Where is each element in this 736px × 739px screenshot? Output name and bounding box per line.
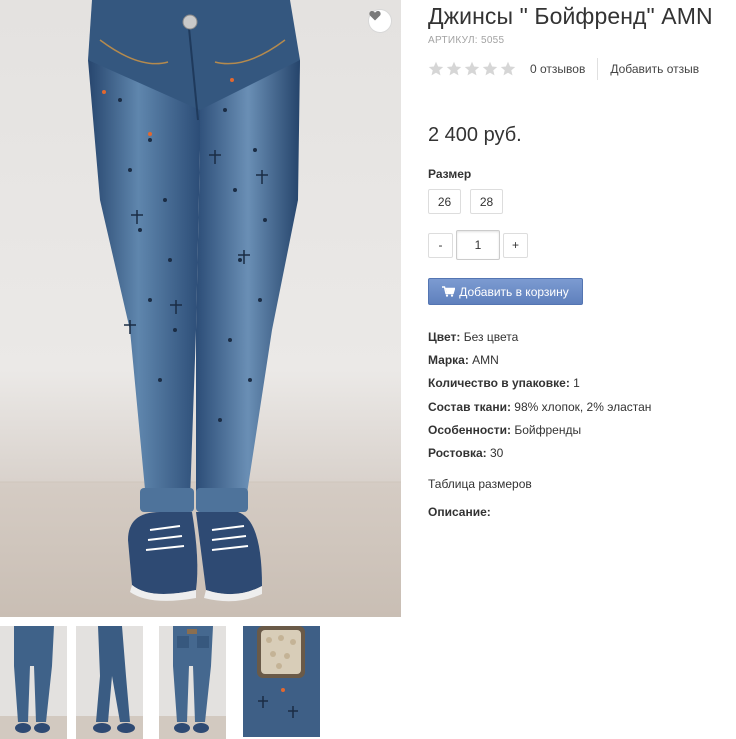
spec-value: 1 [569, 376, 580, 391]
product-sku: АРТИКУЛ: 5055 [428, 35, 505, 46]
product-price: 2 400 руб. [428, 124, 522, 146]
quantity-stepper: - + [428, 230, 528, 260]
star-icon[interactable] [464, 61, 480, 77]
spec-value: Без цвета [460, 330, 519, 344]
cart-icon [442, 286, 456, 297]
spec-key: Марка: [428, 353, 469, 368]
quantity-decrease-button[interactable]: - [428, 232, 453, 258]
spec-value: 98% хлопок, 2% эластан [510, 399, 652, 414]
spec-color: Цвет: Без цвета [428, 327, 651, 350]
thumbnail-front-view[interactable] [0, 626, 67, 739]
thumb-front-image [0, 626, 67, 739]
size-table-link[interactable]: Таблица размеров [428, 477, 532, 491]
thumb-detail-image [243, 626, 320, 737]
star-icon[interactable] [500, 61, 516, 77]
star-icon[interactable] [446, 61, 462, 77]
quantity-increase-button[interactable]: + [503, 232, 528, 258]
thumbnail-back-view[interactable] [159, 626, 226, 739]
thumbnail-detail-view[interactable] [243, 626, 320, 737]
spec-value: 30 [486, 445, 504, 460]
spec-key: Количество в упаковке: [428, 376, 570, 391]
main-product-image[interactable] [0, 0, 401, 617]
spec-key: Особенности: [428, 422, 512, 437]
size-options: 26 28 [428, 189, 503, 214]
reviews-count-link[interactable]: 0 отзывов [530, 62, 585, 76]
rating-stars[interactable] [428, 61, 516, 77]
add-to-cart-button[interactable]: Добавить в корзину [428, 278, 583, 305]
spec-value: Бойфренды [511, 422, 582, 437]
thumb-back-image [159, 626, 226, 739]
divider [597, 58, 599, 80]
spec-value: AMN [468, 353, 499, 368]
size-label: Размер [428, 167, 472, 181]
add-to-cart-label: Добавить в корзину [459, 284, 569, 299]
star-icon[interactable] [482, 61, 498, 77]
spec-size-run: Ростовка: 30 [428, 443, 651, 466]
wishlist-button[interactable] [368, 9, 392, 33]
heart-icon [369, 11, 381, 21]
jeans-photo [0, 0, 401, 617]
spec-key: Цвет: [428, 330, 461, 344]
quantity-input[interactable] [456, 230, 500, 260]
spec-pack-quantity: Количество в упаковке: 1 [428, 373, 651, 396]
spec-key: Ростовка: [428, 445, 487, 460]
spec-key: Состав ткани: [428, 399, 511, 414]
description-label: Описание: [428, 505, 491, 519]
thumb-side-image [76, 626, 143, 739]
spec-features: Особенности: Бойфренды [428, 420, 651, 443]
product-title: Джинсы " Бойфренд" AMN [428, 3, 713, 29]
size-option-28[interactable]: 28 [470, 189, 503, 214]
add-review-link[interactable]: Добавить отзыв [610, 62, 699, 76]
spec-brand: Марка: AMN [428, 350, 651, 373]
size-option-26[interactable]: 26 [428, 189, 461, 214]
spec-fabric: Состав ткани: 98% хлопок, 2% эластан [428, 397, 651, 420]
product-info: Джинсы " Бойфренд" AMN АРТИКУЛ: 5055 0 о… [428, 0, 736, 519]
thumbnail-side-view[interactable] [76, 626, 143, 739]
product-specs: Цвет: Без цвета Марка: AMN Количество в … [428, 327, 651, 466]
star-icon[interactable] [428, 61, 444, 77]
rating-row: 0 отзывов Добавить отзыв [428, 58, 699, 80]
